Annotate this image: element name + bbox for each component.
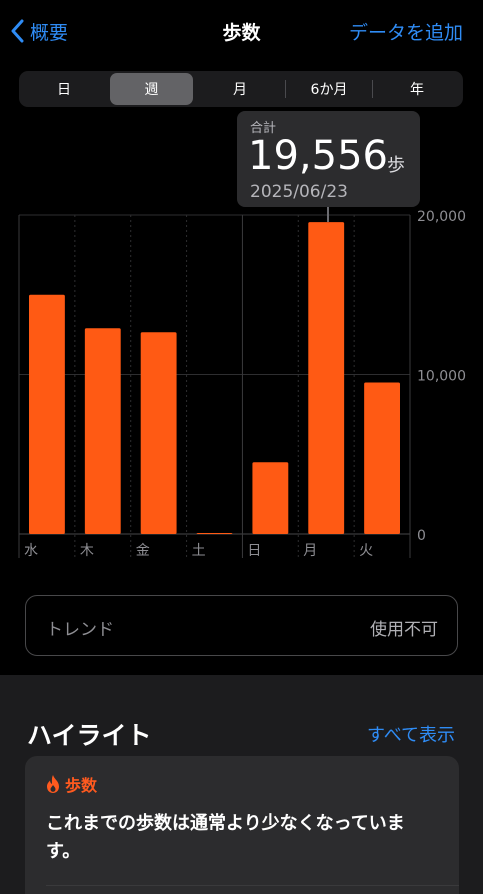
x-tick-label: 土 [192, 543, 206, 559]
show-all-button[interactable]: すべて表示 [367, 721, 455, 747]
y-tick-label: 0 [417, 528, 426, 544]
bar-0[interactable] [29, 294, 65, 534]
steps-bar-chart[interactable]: 水 木 金 土 日 月 火 0 10,000 20,000 [0, 206, 483, 572]
trend-value: 使用不可 [370, 620, 438, 640]
x-tick-label: 水 [24, 543, 38, 559]
highlights-section: ハイライト すべて表示 歩数 これまでの歩数は通常より少なくなっています。 [0, 675, 483, 894]
card-divider [46, 885, 459, 886]
y-tick-label: 10,000 [417, 369, 466, 385]
navigation-bar: 概要 歩数 データを追加 [0, 0, 483, 60]
bar-4[interactable] [252, 462, 289, 534]
bar-3[interactable] [196, 533, 233, 534]
trend-label: トレンド [46, 620, 114, 640]
x-tick-label: 金 [136, 543, 150, 559]
y-tick-label: 20,000 [417, 209, 466, 225]
add-data-button[interactable]: データを追加 [349, 18, 463, 45]
x-tick-label: 火 [359, 543, 373, 559]
highlight-category: 歩数 [65, 776, 98, 795]
segment-week[interactable]: 週 [110, 73, 193, 105]
callout-value: 19,556 [248, 133, 388, 179]
callout-unit: 歩 [387, 155, 405, 176]
highlights-title: ハイライト [27, 721, 152, 750]
segment-day[interactable]: 日 [21, 73, 107, 105]
segment-year[interactable]: 年 [373, 73, 461, 105]
bar-1[interactable] [84, 328, 121, 534]
highlight-card-header: 歩数 [45, 772, 97, 796]
highlight-text: これまでの歩数は通常より少なくなっています。 [46, 813, 405, 862]
bar-6[interactable] [364, 382, 400, 534]
bar-5[interactable] [308, 222, 345, 535]
highlight-card[interactable]: 歩数 これまでの歩数は通常より少なくなっています。 [25, 756, 459, 894]
segment-six-months[interactable]: 6か月 [286, 73, 372, 105]
x-tick-label: 日 [247, 543, 261, 559]
segment-month[interactable]: 月 [195, 73, 285, 105]
x-tick-label: 月 [303, 543, 317, 559]
bar-2[interactable] [140, 332, 177, 534]
flame-icon [47, 775, 59, 793]
x-tick-label: 木 [80, 543, 94, 559]
callout-date: 2025/06/23 [250, 182, 348, 202]
trend-row[interactable]: トレンド 使用不可 [25, 595, 458, 656]
callout-pointer [327, 207, 329, 222]
selection-callout: 合計 19,556 歩 2025/06/23 [237, 111, 420, 207]
time-range-segmented-control: 日 週 月 6か月 年 [19, 71, 463, 107]
